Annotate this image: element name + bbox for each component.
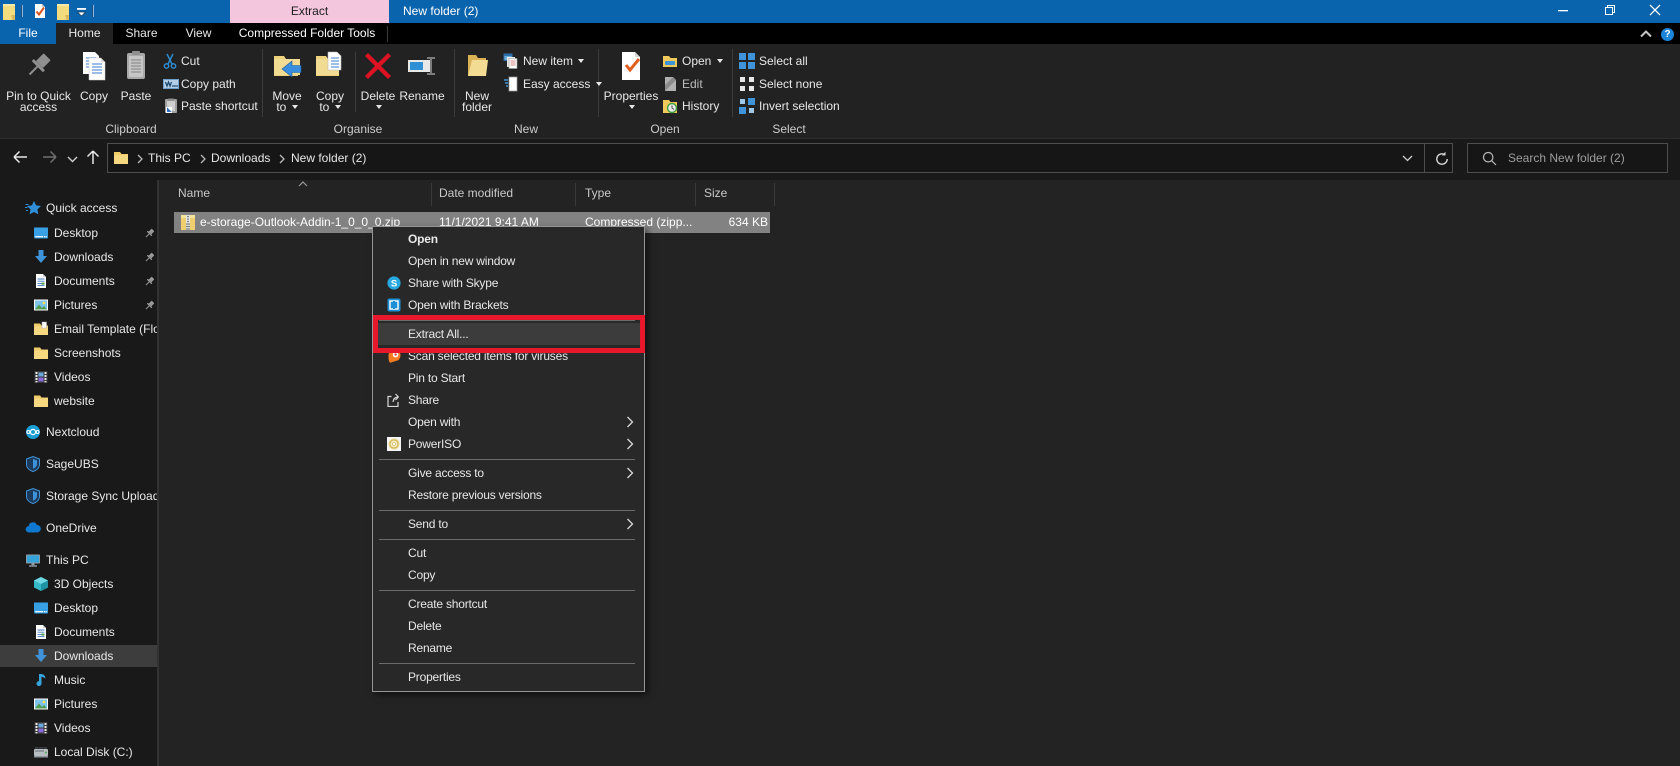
svg-text:S: S: [391, 278, 397, 289]
